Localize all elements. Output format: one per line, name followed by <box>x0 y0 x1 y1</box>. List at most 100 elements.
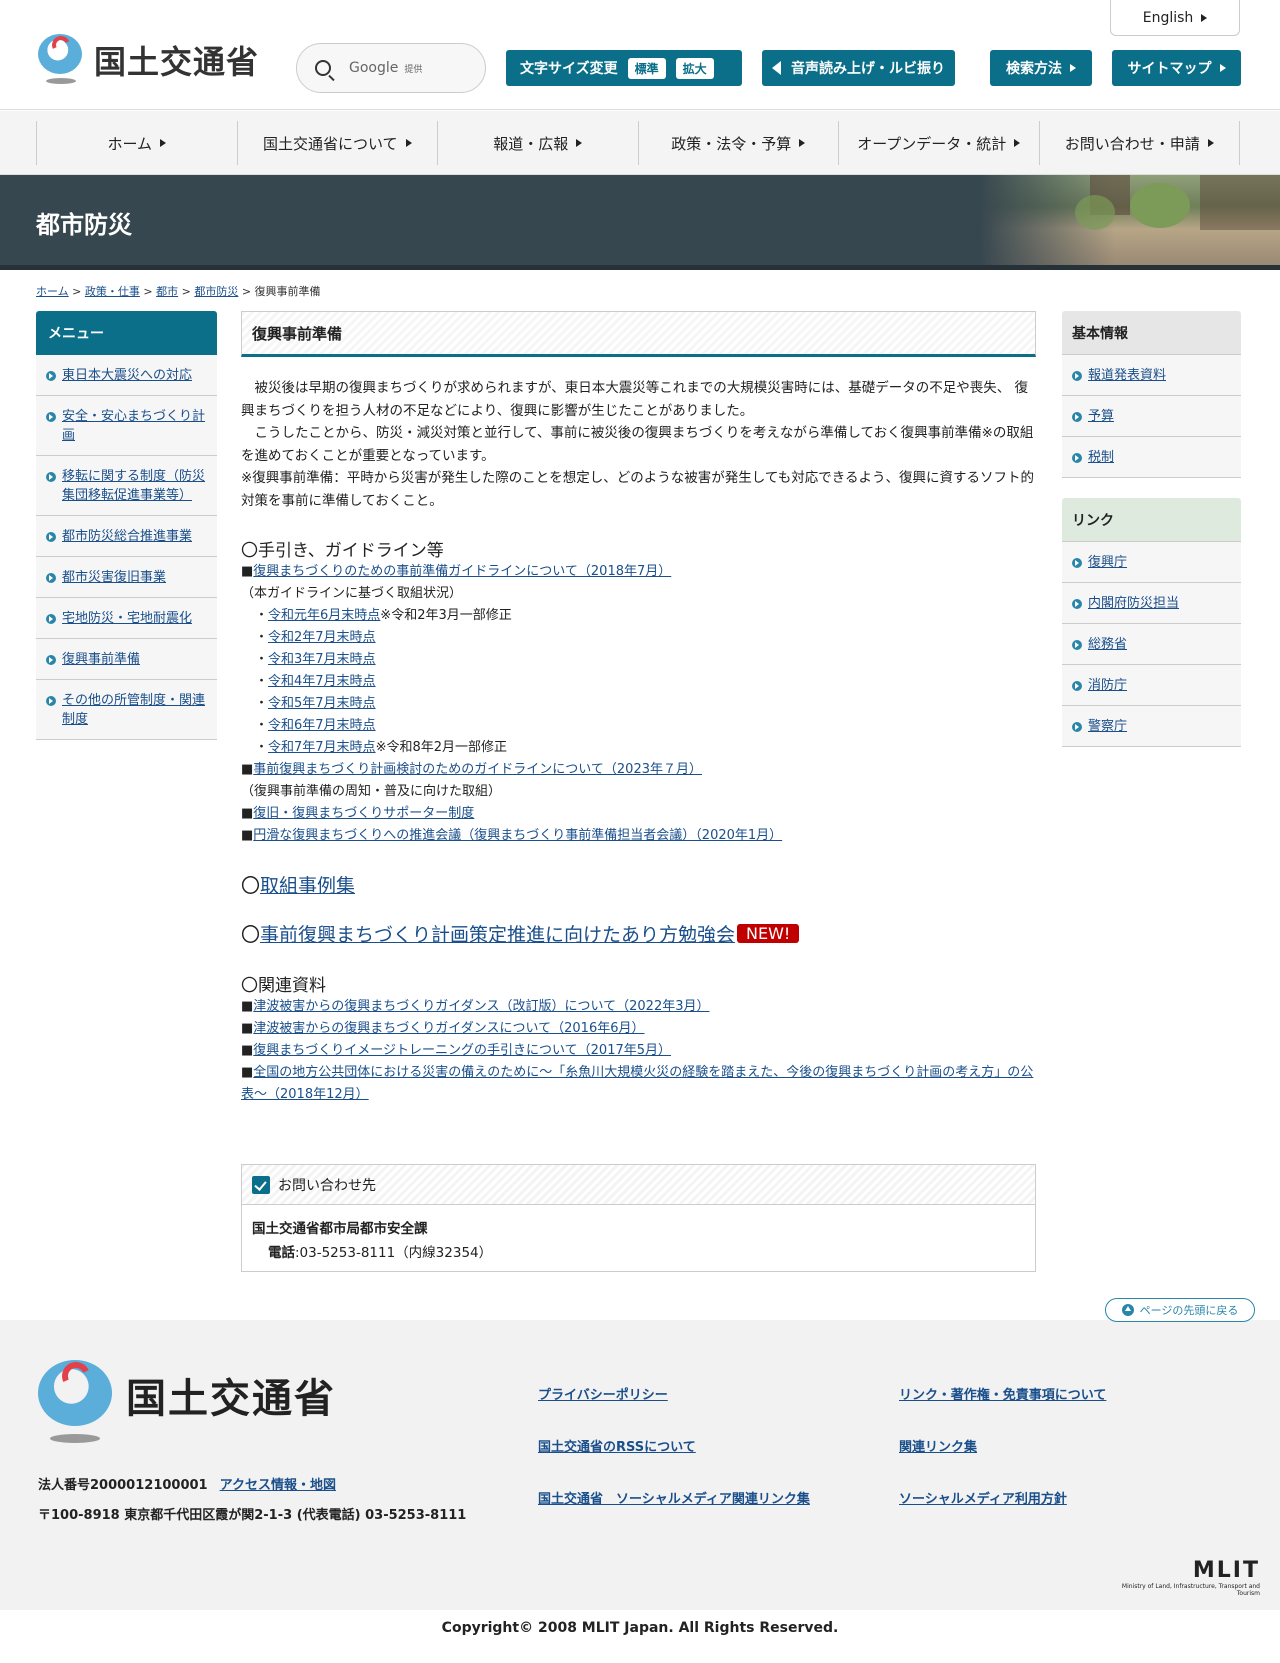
bullet-arrow-icon <box>46 614 56 624</box>
page-banner: 都市防災 <box>0 175 1280 270</box>
contact-org: 国土交通省都市局都市安全課 <box>252 1221 428 1237</box>
site-footer: 国土交通省 法人番号2000012100001 アクセス情報・地図 〒100-89… <box>0 1320 1280 1610</box>
breadcrumb-policy[interactable]: 政策・仕事 <box>85 285 140 298</box>
guideline-link[interactable]: 復興まちづくりのための事前準備ガイドラインについて（2018年7月） <box>253 564 671 579</box>
status-link[interactable]: 令和2年7月末時点 <box>268 630 376 645</box>
related-links-link[interactable]: 関連リンク集 <box>899 1436 977 1455</box>
related-link[interactable]: 全国の地方公共団体における災害の備えのために～「糸魚川大規模火災の経験を踏まえた… <box>241 1065 1033 1102</box>
nav-about[interactable]: 国土交通省について <box>236 121 438 165</box>
menu-item[interactable]: 東日本大震災への対応 <box>36 355 217 396</box>
nav-contact[interactable]: お問い合わせ・申請 <box>1038 121 1240 165</box>
section-related-title: 〇関連資料 <box>241 976 326 996</box>
page-top-button[interactable]: ページの先頭に戻る <box>1105 1298 1255 1322</box>
social-policy-link[interactable]: ソーシャルメディア利用方針 <box>899 1488 1067 1507</box>
privacy-link[interactable]: プライバシーポリシー <box>538 1384 668 1403</box>
font-size-control: 文字サイズ変更 標準 拡大 <box>506 50 742 86</box>
menu-item[interactable]: その他の所管制度・関連制度 <box>36 680 217 740</box>
new-badge: NEW! <box>737 924 800 943</box>
footer-logo[interactable]: 国土交通省 <box>38 1358 336 1444</box>
logo-text: 国土交通省 <box>94 43 260 81</box>
ministry-emblem-icon <box>38 1358 112 1444</box>
status-link[interactable]: 令和4年7月末時点 <box>268 674 376 689</box>
breadcrumb-home[interactable]: ホーム <box>36 285 69 298</box>
nav-opendata[interactable]: オープンデータ・統計 <box>838 121 1039 165</box>
left-menu: メニュー 東日本大震災への対応 安全・安心まちづくり計画 移転に関する制度（防災… <box>36 311 217 740</box>
bullet-arrow-icon <box>46 412 56 422</box>
menu-item[interactable]: 安全・安心まちづくり計画 <box>36 396 217 456</box>
main-content: 復興事前準備 被災後は早期の復興まちづくりが求められますが、東日本大震災等これま… <box>241 311 1036 1106</box>
speaker-icon <box>772 61 781 75</box>
guideline-note: （本ガイドラインに基づく取組状況） <box>241 586 463 601</box>
footer-address: 〒100-8918 東京都千代田区霞が関2-1-3 (代表電話) 03-5253… <box>38 1508 467 1523</box>
study-group-link[interactable]: 事前復興まちづくり計画策定推進に向けたあり方勉強会 <box>260 924 735 946</box>
basic-info-item[interactable]: 税制 <box>1062 437 1241 478</box>
contact-tel: 電話:03-5253-8111（内線32354） <box>268 1245 493 1261</box>
bullet-arrow-icon <box>1072 412 1082 422</box>
plan-guideline-link[interactable]: 事前復興まちづくり計画検討のためのガイドラインについて（2023年７月） <box>253 762 702 777</box>
check-icon <box>252 1175 270 1194</box>
meeting-link[interactable]: 円滑な復興まちづくりへの推進会議（復興まちづくり事前準備担当者会議）（2020年… <box>253 828 782 843</box>
breadcrumb-disaster[interactable]: 都市防災 <box>194 285 238 298</box>
related-link[interactable]: 津波被害からの復興まちづくりガイダンス（改訂版）について（2022年3月） <box>253 999 709 1014</box>
font-size-label: 文字サイズ変更 <box>520 61 618 77</box>
basic-info-item[interactable]: 報道発表資料 <box>1062 355 1241 396</box>
copyright-info-link[interactable]: リンク・著作権・免責事項について <box>899 1384 1106 1403</box>
menu-item[interactable]: 都市防災総合推進事業 <box>36 516 217 557</box>
nav-home[interactable]: ホーム <box>36 121 237 165</box>
link-item[interactable]: 消防庁 <box>1062 665 1241 706</box>
page-title: 都市防災 <box>36 211 132 239</box>
voice-reading-button[interactable]: 音声読み上げ・ルビ振り <box>762 50 955 86</box>
left-menu-title: メニュー <box>36 311 217 355</box>
search-placeholder: Google 提供 <box>349 60 423 76</box>
link-item[interactable]: 内閣府防災担当 <box>1062 583 1241 624</box>
search-method-button[interactable]: 検索方法 <box>990 50 1092 86</box>
basic-info-item[interactable]: 予算 <box>1062 396 1241 437</box>
bullet-arrow-icon <box>1072 453 1082 463</box>
font-standard-button[interactable]: 標準 <box>627 57 666 79</box>
contact-box: お問い合わせ先 国土交通省都市局都市安全課 電話:03-5253-8111（内線… <box>241 1164 1036 1272</box>
menu-item[interactable]: 移転に関する制度（防災集団移転促進事業等） <box>36 456 217 516</box>
link-item[interactable]: 総務省 <box>1062 624 1241 665</box>
contact-header: お問い合わせ先 <box>242 1165 1035 1205</box>
link-item[interactable]: 警察庁 <box>1062 706 1241 747</box>
status-link[interactable]: 令和元年6月末時点 <box>268 608 380 623</box>
global-nav: ホーム 国土交通省について 報道・広報 政策・法令・予算 オープンデータ・統計 … <box>0 111 1280 175</box>
english-link[interactable]: English <box>1110 0 1240 36</box>
bullet-arrow-icon <box>46 655 56 665</box>
sitemap-button[interactable]: サイトマップ <box>1112 50 1241 86</box>
breadcrumb-city[interactable]: 都市 <box>156 285 178 298</box>
menu-item[interactable]: 都市災害復旧事業 <box>36 557 217 598</box>
related-link[interactable]: 津波被害からの復興まちづくりガイダンスについて（2016年6月） <box>253 1021 644 1036</box>
section-guidelines-title: 〇手引き、ガイドライン等 <box>241 541 444 561</box>
bullet-arrow-icon <box>46 532 56 542</box>
links-title: リンク <box>1062 498 1241 542</box>
menu-item[interactable]: 宅地防災・宅地耐震化 <box>36 598 217 639</box>
related-link[interactable]: 復興まちづくりイメージトレーニングの手引きについて（2017年5月） <box>253 1043 671 1058</box>
status-link[interactable]: 令和5年7月末時点 <box>268 696 376 711</box>
access-link[interactable]: アクセス情報・地図 <box>220 1478 336 1493</box>
arrow-up-icon <box>1121 1304 1134 1316</box>
bullet-arrow-icon <box>1072 640 1082 650</box>
search-icon[interactable] <box>315 60 331 76</box>
right-sidebar: 基本情報 報道発表資料 予算 税制 リンク 復興庁 内閣府防災担当 総務省 消防… <box>1062 311 1241 747</box>
site-logo[interactable]: 国土交通省 <box>36 33 260 86</box>
status-link[interactable]: 令和6年7月末時点 <box>268 718 376 733</box>
rss-link[interactable]: 国土交通省のRSSについて <box>538 1436 696 1455</box>
bullet-arrow-icon <box>1072 371 1082 381</box>
bullet-arrow-icon <box>1072 681 1082 691</box>
basic-info-title: 基本情報 <box>1062 311 1241 355</box>
link-item[interactable]: 復興庁 <box>1062 542 1241 583</box>
bullet-arrow-icon <box>46 472 56 482</box>
status-link[interactable]: 令和3年7月末時点 <box>268 652 376 667</box>
status-link[interactable]: 令和7年7月末時点 <box>268 740 376 755</box>
nav-policy[interactable]: 政策・法令・予算 <box>637 121 839 165</box>
nav-press[interactable]: 報道・広報 <box>437 121 638 165</box>
supporter-link[interactable]: 復旧・復興まちづくりサポーター制度 <box>253 806 474 821</box>
social-links-link[interactable]: 国土交通省 ソーシャルメディア関連リンク集 <box>538 1488 810 1507</box>
font-large-button[interactable]: 拡大 <box>675 57 714 79</box>
intro-text: 被災後は早期の復興まちづくりが求められますが、東日本大震災等これまでの大規模災害… <box>241 380 1034 509</box>
menu-item[interactable]: 復興事前準備 <box>36 639 217 680</box>
search-input[interactable]: Google 提供 <box>296 43 486 93</box>
cases-link[interactable]: 取組事例集 <box>260 875 355 897</box>
bullet-arrow-icon <box>46 696 56 706</box>
